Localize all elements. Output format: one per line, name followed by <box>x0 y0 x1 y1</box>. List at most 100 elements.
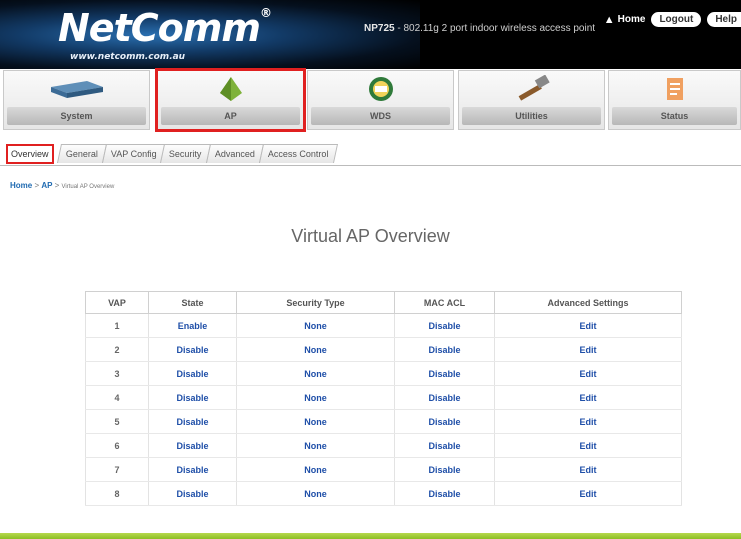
col-security-type: Security Type <box>236 291 395 314</box>
netcomm-logo: NetComm® <box>58 6 272 50</box>
state-link[interactable]: Disable <box>176 489 208 499</box>
table-cell: Edit <box>494 409 682 434</box>
table-cell: None <box>236 433 395 458</box>
table-row: 2 Disable None Disable Edit <box>85 337 682 362</box>
table-cell: Disable <box>148 457 237 482</box>
edit-link[interactable]: Edit <box>580 417 597 427</box>
mac-acl-link[interactable]: Disable <box>428 345 460 355</box>
tab-security[interactable]: Security <box>160 144 211 163</box>
mac-acl-link[interactable]: Disable <box>428 489 460 499</box>
security-type-link[interactable]: None <box>304 345 327 355</box>
vap-number: 3 <box>85 361 149 386</box>
vap-table: VAP State Security Type MAC ACL Advanced… <box>85 291 682 506</box>
home-icon: ▲ <box>603 13 615 26</box>
table-cell: Disable <box>148 409 237 434</box>
tab-overview[interactable]: Overview <box>6 144 54 164</box>
nav-ap-label: AP <box>161 107 300 125</box>
table-cell: Disable <box>148 433 237 458</box>
edit-link[interactable]: Edit <box>580 321 597 331</box>
table-cell: Disable <box>394 433 495 458</box>
security-type-link[interactable]: None <box>304 321 327 331</box>
page-title: Virtual AP Overview <box>291 226 450 246</box>
vap-number: 7 <box>85 457 149 482</box>
table-row: 6 Disable None Disable Edit <box>85 433 682 458</box>
vap-number: 4 <box>85 385 149 410</box>
security-type-link[interactable]: None <box>304 441 327 451</box>
security-type-link[interactable]: None <box>304 417 327 427</box>
state-link[interactable]: Disable <box>176 369 208 379</box>
mac-acl-link[interactable]: Disable <box>428 321 460 331</box>
mac-acl-link[interactable]: Disable <box>428 417 460 427</box>
model-description: NP725 - 802.11g 2 port indoor wireless a… <box>364 23 596 34</box>
logout-button[interactable]: Logout <box>651 12 702 27</box>
vap-number: 6 <box>85 433 149 458</box>
edit-link[interactable]: Edit <box>580 369 597 379</box>
breadcrumb-home[interactable]: Home <box>10 181 32 190</box>
table-cell: Edit <box>494 337 682 362</box>
edit-link[interactable]: Edit <box>580 465 597 475</box>
mac-acl-link[interactable]: Disable <box>428 441 460 451</box>
edit-link[interactable]: Edit <box>580 345 597 355</box>
table-cell: Disable <box>148 361 237 386</box>
state-link[interactable]: Disable <box>176 441 208 451</box>
table-row: 7 Disable None Disable Edit <box>85 457 682 482</box>
nav-system[interactable]: System <box>3 70 150 130</box>
nav-wds[interactable]: WDS <box>307 70 454 130</box>
vap-number: 8 <box>85 481 149 506</box>
home-link[interactable]: ▲ Home <box>604 14 646 26</box>
vap-number: 5 <box>85 409 149 434</box>
table-cell: Disable <box>394 361 495 386</box>
tab-access-control[interactable]: Access Control <box>258 144 338 163</box>
mac-acl-link[interactable]: Disable <box>428 465 460 475</box>
edit-link[interactable]: Edit <box>580 489 597 499</box>
table-cell: Disable <box>394 313 495 338</box>
wds-icon <box>308 75 453 103</box>
tab-advanced[interactable]: Advanced <box>205 144 264 163</box>
footer-bar <box>0 533 741 539</box>
vap-number: 2 <box>85 337 149 362</box>
table-row: 4 Disable None Disable Edit <box>85 385 682 410</box>
help-button[interactable]: Help <box>707 12 741 27</box>
sub-tabs: Overview General VAP Config Security Adv… <box>6 144 338 164</box>
state-link[interactable]: Disable <box>176 345 208 355</box>
security-type-link[interactable]: None <box>304 465 327 475</box>
top-links: ▲ Home Logout Help <box>604 12 741 27</box>
edit-link[interactable]: Edit <box>580 441 597 451</box>
breadcrumb-ap[interactable]: AP <box>41 181 52 190</box>
state-link[interactable]: Disable <box>176 417 208 427</box>
tab-vap-config[interactable]: VAP Config <box>101 144 166 163</box>
main-nav: System AP WDS Utilities Status <box>0 68 741 132</box>
status-icon <box>609 75 740 103</box>
table-cell: None <box>236 337 395 362</box>
table-cell: None <box>236 457 395 482</box>
tab-general[interactable]: General <box>56 144 107 163</box>
state-link[interactable]: Enable <box>178 321 208 331</box>
access-point-icon <box>158 75 303 103</box>
nav-ap[interactable]: AP <box>155 68 306 132</box>
mac-acl-link[interactable]: Disable <box>428 393 460 403</box>
security-type-link[interactable]: None <box>304 489 327 499</box>
nav-status-label: Status <box>612 107 737 125</box>
security-type-link[interactable]: None <box>304 369 327 379</box>
table-cell: Disable <box>148 385 237 410</box>
table-cell: None <box>236 313 395 338</box>
nav-status[interactable]: Status <box>608 70 741 130</box>
table-cell: None <box>236 409 395 434</box>
table-cell: Disable <box>394 481 495 506</box>
table-cell: Disable <box>394 409 495 434</box>
edit-link[interactable]: Edit <box>580 393 597 403</box>
mac-acl-link[interactable]: Disable <box>428 369 460 379</box>
table-cell: Disable <box>394 457 495 482</box>
table-cell: Disable <box>394 337 495 362</box>
state-link[interactable]: Disable <box>176 393 208 403</box>
nav-utilities-label: Utilities <box>462 107 601 125</box>
col-state: State <box>148 291 237 314</box>
table-row: 3 Disable None Disable Edit <box>85 361 682 386</box>
table-row: 8 Disable None Disable Edit <box>85 481 682 506</box>
security-type-link[interactable]: None <box>304 393 327 403</box>
state-link[interactable]: Disable <box>176 465 208 475</box>
table-cell: Edit <box>494 433 682 458</box>
breadcrumb: Home > AP > Virtual AP Overview <box>10 181 115 190</box>
table-cell: Edit <box>494 361 682 386</box>
nav-utilities[interactable]: Utilities <box>458 70 605 130</box>
